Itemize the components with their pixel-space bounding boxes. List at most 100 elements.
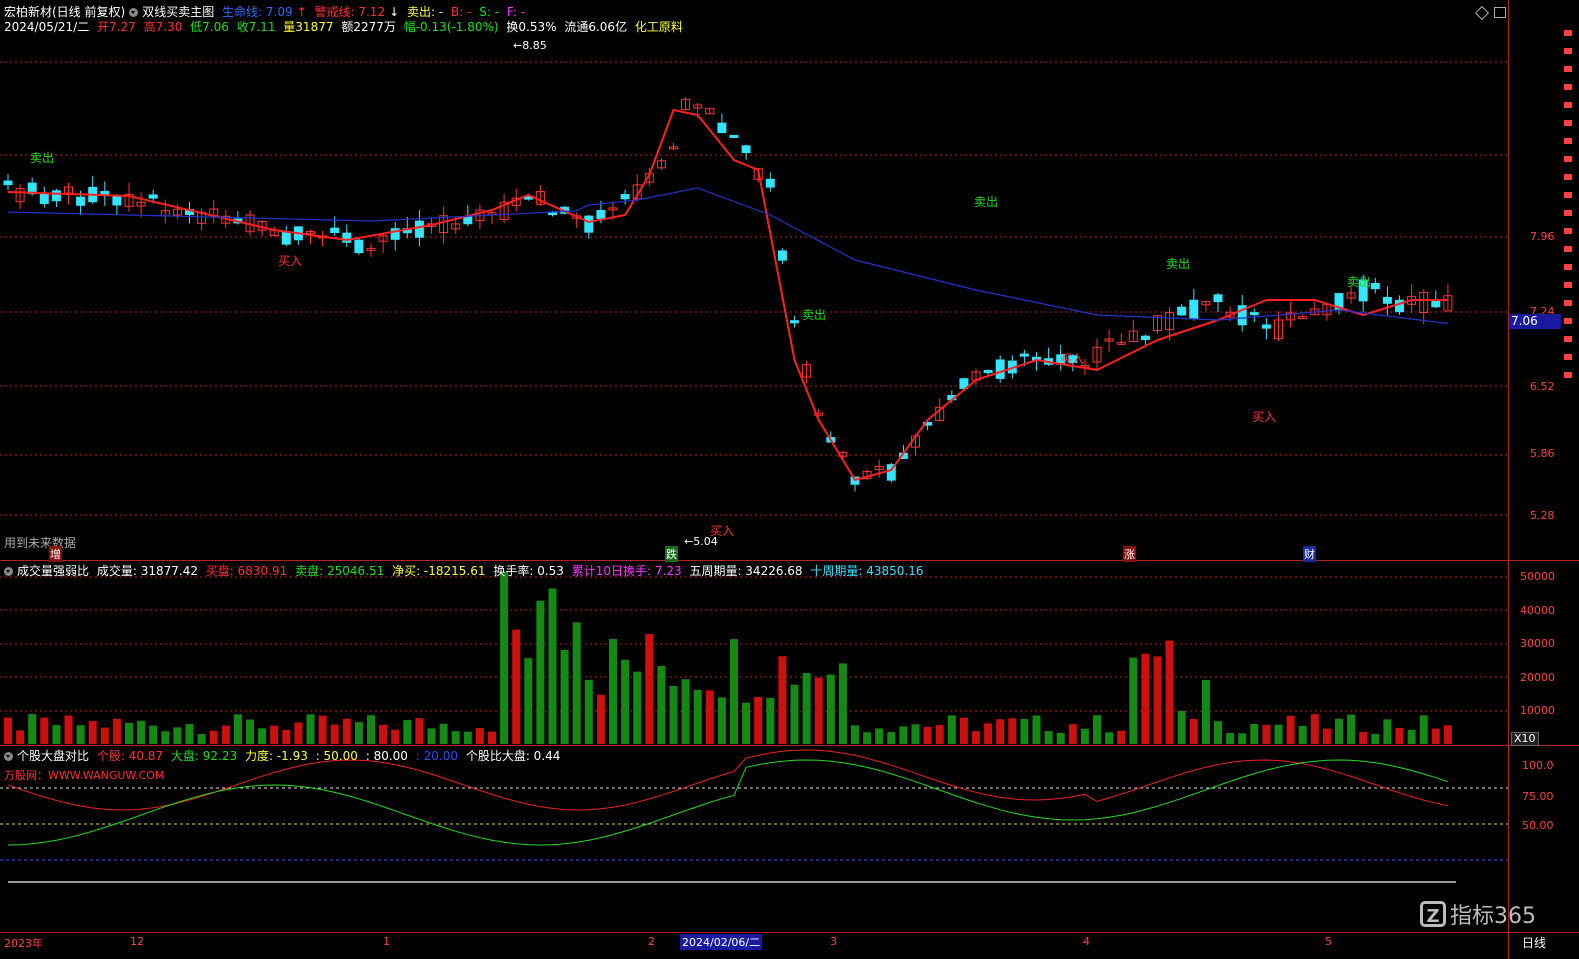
time-label: 3 xyxy=(830,935,837,948)
dropdown-icon[interactable] xyxy=(4,567,13,576)
candle-body xyxy=(39,193,49,205)
candle-body xyxy=(414,220,424,238)
volume-bar xyxy=(1322,728,1331,744)
volume-bar xyxy=(754,696,763,744)
net-buy: 净买: -18215.61 xyxy=(392,564,486,578)
volume-bar xyxy=(500,571,509,744)
candle-body xyxy=(1370,282,1380,290)
volume-bar xyxy=(524,658,533,744)
volume-bar xyxy=(1105,732,1114,744)
volume-bar xyxy=(899,726,908,744)
volume-bar xyxy=(88,721,97,744)
candle-body xyxy=(76,196,86,206)
volume-bar xyxy=(379,724,388,744)
compare-panel-title[interactable]: 个股大盘对比 xyxy=(17,749,89,763)
candle-body xyxy=(995,359,1005,379)
period-label[interactable]: 日线 xyxy=(1522,934,1546,951)
volume-bar xyxy=(1359,731,1368,744)
volume-bar xyxy=(1177,710,1186,744)
volume-bar xyxy=(1201,679,1210,744)
buy-volume: 买盘: 6830.91 xyxy=(205,564,288,578)
volume-bar xyxy=(100,727,109,744)
volume-bar xyxy=(1431,728,1440,744)
candle-body xyxy=(1261,324,1271,329)
brand-logo: Z 指标365 xyxy=(1420,898,1536,930)
time-label: 5 xyxy=(1325,935,1332,948)
volume-bar xyxy=(4,717,12,744)
volume-bar xyxy=(221,725,230,744)
candle-body xyxy=(1249,312,1259,316)
volume-bar xyxy=(814,677,823,744)
volume-bar xyxy=(1371,733,1380,744)
volume-bar xyxy=(306,714,315,744)
volume-bar xyxy=(609,639,617,744)
volume-bar xyxy=(1347,714,1356,744)
time-label: 2023年 xyxy=(4,937,43,950)
dropdown-icon[interactable] xyxy=(4,752,13,761)
volume-bar xyxy=(40,717,49,744)
candle-body xyxy=(3,180,13,186)
crosshair-date: 2024/02/06/二 xyxy=(680,934,763,950)
brand-logo-icon: Z xyxy=(1420,901,1446,927)
volume-bar xyxy=(52,725,61,744)
volume-bar xyxy=(959,717,968,744)
volume-bar xyxy=(28,714,37,744)
volume-bar xyxy=(233,714,242,744)
volume-bar xyxy=(1250,724,1259,744)
event-mark-zhang[interactable]: 涨 xyxy=(1123,546,1136,562)
volume-bar xyxy=(1407,729,1416,744)
signal-sell-label: 卖出 xyxy=(1166,257,1191,271)
volume-bar xyxy=(947,715,956,744)
volume-bar xyxy=(16,730,25,744)
volume-bar xyxy=(875,728,884,744)
volume-bar xyxy=(742,702,751,744)
signal-buy-label: 买入 xyxy=(710,524,735,538)
volume-bar xyxy=(112,718,121,744)
time-label: 12 xyxy=(130,935,144,948)
volume-bar xyxy=(246,719,254,744)
time-label: 1 xyxy=(383,935,390,948)
volume-bar xyxy=(705,690,714,744)
volume-bar xyxy=(1286,715,1295,744)
signal-buy-label: 买入 xyxy=(278,254,303,268)
volume-bar xyxy=(270,725,279,744)
candle-body xyxy=(148,194,158,199)
volume-bar xyxy=(1068,724,1077,744)
volume-bar xyxy=(548,588,557,744)
signal-sell-label: 卖出 xyxy=(30,151,55,165)
volume-bar xyxy=(851,725,859,744)
event-mark-zeng[interactable]: 增 xyxy=(49,546,62,562)
volume-bar xyxy=(826,674,835,744)
volume-bar xyxy=(1032,715,1041,744)
chart-canvas[interactable] xyxy=(0,0,1579,959)
volume-bar xyxy=(1214,721,1222,744)
candle-body xyxy=(548,212,557,216)
volume-bar xyxy=(717,697,726,744)
volume-bar xyxy=(161,731,170,744)
candle-body xyxy=(729,134,739,138)
candle-body xyxy=(1213,294,1223,303)
candle-body xyxy=(777,250,787,261)
volume-bar xyxy=(790,684,799,744)
volume-bar xyxy=(137,720,146,744)
vol-value: 成交量: 31877.42 xyxy=(96,564,198,578)
event-mark-cai[interactable]: 财 xyxy=(1303,546,1316,562)
side-panel-strip[interactable] xyxy=(1560,30,1579,410)
volume-bar xyxy=(342,718,351,744)
volume-panel-header: 成交量强弱比 成交量: 31877.42 买盘: 6830.91 卖盘: 250… xyxy=(4,564,928,578)
force-value: 力度: -1.93 xyxy=(244,749,308,763)
volume-bar xyxy=(294,722,303,744)
volume-bar xyxy=(1238,733,1247,744)
candle-body xyxy=(1189,299,1199,320)
volume-panel-title[interactable]: 成交量强弱比 xyxy=(17,564,89,578)
volume-bar xyxy=(1165,640,1174,744)
volume-bar xyxy=(185,724,194,744)
event-mark-die[interactable]: 跌 xyxy=(665,546,678,562)
signal-buy-label: 买入 xyxy=(1252,410,1277,424)
volume-bar xyxy=(282,729,291,744)
five-period-volume: 五周期量: 34226.68 xyxy=(689,564,803,578)
volume-bar xyxy=(1298,725,1307,744)
volume-bar xyxy=(1020,718,1029,744)
compare-panel-header: 个股大盘对比 个股: 40.87 大盘: 92.23 力度: -1.93 : 5… xyxy=(4,749,564,763)
trend-line xyxy=(7,108,1448,482)
